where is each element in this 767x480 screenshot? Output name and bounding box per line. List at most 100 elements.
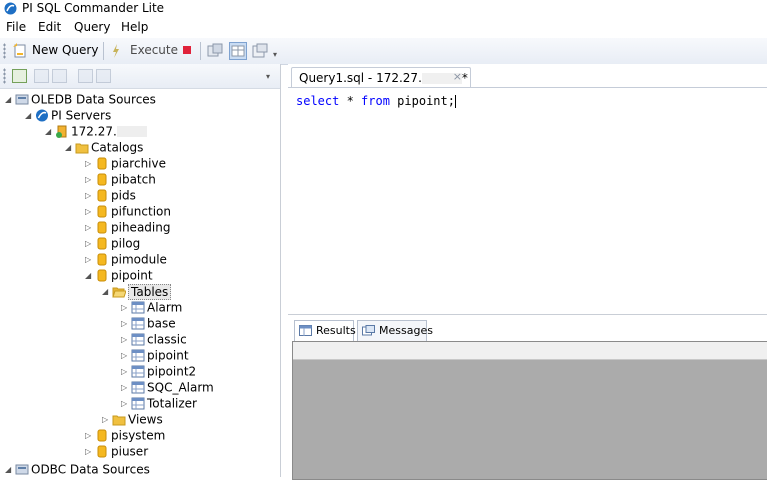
expand-arrow-icon[interactable]: ▷	[121, 332, 131, 348]
results-grid[interactable]	[292, 341, 767, 480]
tree-table[interactable]: ▷ Alarm	[121, 299, 182, 315]
tree-pi-servers[interactable]: ◢ PI Servers	[25, 107, 111, 123]
execute-button[interactable]: Execute	[130, 43, 178, 57]
menu-bar: File Edit Query Help	[0, 18, 767, 38]
title-bar: PI SQL Commander Lite	[0, 0, 767, 18]
tab-messages[interactable]: Messages	[357, 320, 433, 342]
expand-arrow-icon[interactable]: ▷	[85, 220, 95, 236]
text-view-icon[interactable]	[252, 43, 268, 59]
tree-label: PI Servers	[51, 108, 112, 123]
expand-arrow-icon[interactable]: ▷	[85, 188, 95, 204]
expand-arrow-icon[interactable]: ▷	[85, 172, 95, 188]
tree-table[interactable]: ▷ classic	[121, 331, 187, 347]
expand-arrow-icon[interactable]: ▷	[121, 300, 131, 316]
tree-catalog[interactable]: ▷ pibatch	[85, 171, 156, 187]
expand-arrow-icon[interactable]: ▷	[85, 252, 95, 268]
collapse-arrow-icon[interactable]: ◢	[102, 284, 112, 300]
table-icon	[131, 365, 145, 378]
tree-catalog[interactable]: ▷ piarchive	[85, 155, 166, 171]
toolbar-grip[interactable]	[3, 68, 6, 84]
tree-table[interactable]: ▷ Totalizer	[121, 395, 197, 411]
connect-icon[interactable]	[207, 43, 223, 59]
collapse-arrow-icon[interactable]: ◢	[5, 92, 15, 108]
database-icon	[97, 237, 107, 250]
tree-label: piuser	[111, 444, 149, 459]
server-icon	[56, 125, 67, 138]
menu-file[interactable]: File	[6, 20, 26, 34]
tree-catalog[interactable]: ▷ pimodule	[85, 251, 167, 267]
expand-arrow-icon[interactable]: ▷	[85, 444, 95, 460]
menu-help[interactable]: Help	[121, 20, 148, 34]
database-icon	[97, 445, 107, 458]
sql-editor[interactable]: select * from pipoint;	[296, 94, 456, 108]
new-query-button[interactable]: New Query	[32, 43, 98, 57]
expand-arrow-icon[interactable]: ▷	[102, 412, 112, 428]
tree-table[interactable]: ▷ pipoint	[121, 347, 189, 363]
refresh-icon[interactable]	[12, 69, 27, 83]
object-explorer: ▾ ◢ OLEDB Data Sources ◢ PI Servers ◢ 172.2…	[0, 64, 281, 477]
query-tab-title: Query1.sql - 172.27. *	[299, 71, 468, 85]
execute-icon	[113, 44, 119, 58]
collapse-arrow-icon[interactable]: ◢	[65, 140, 75, 156]
collapse-icon[interactable]	[96, 69, 111, 83]
open-folder-icon	[112, 287, 126, 298]
tree-tables[interactable]: ◢ Tables	[102, 283, 172, 300]
collapse-arrow-icon[interactable]: ◢	[85, 268, 95, 284]
sql-text: *	[339, 94, 362, 108]
query-tab[interactable]: Query1.sql - 172.27. * ×	[291, 67, 471, 88]
collapse-arrow-icon[interactable]: ◢	[25, 108, 35, 124]
database-icon	[97, 221, 107, 234]
expand-arrow-icon[interactable]: ▷	[85, 236, 95, 252]
stop-icon[interactable]	[183, 46, 191, 54]
tree-catalog[interactable]: ▷ piuser	[85, 443, 148, 459]
tab-results[interactable]: Results	[294, 320, 356, 342]
tree-label: piheading	[111, 220, 171, 235]
pi-server-group-icon	[36, 109, 48, 122]
tree-odbc[interactable]: ◢ ODBC Data Sources	[5, 461, 150, 477]
tree-catalog[interactable]: ▷ pilog	[85, 235, 140, 251]
tree-catalog-pipoint[interactable]: ◢ pipoint	[85, 267, 153, 283]
menu-query[interactable]: Query	[74, 20, 110, 34]
expand-arrow-icon[interactable]: ▷	[121, 380, 131, 396]
explorer-overflow-icon[interactable]: ▾	[266, 72, 270, 81]
tree-label: Alarm	[147, 300, 183, 315]
collapse-arrow-icon[interactable]: ◢	[5, 462, 15, 478]
collapse-arrow-icon[interactable]: ◢	[45, 124, 55, 140]
sql-text: pipoint;	[389, 94, 455, 108]
expand-arrow-icon[interactable]: ▷	[121, 364, 131, 380]
tree-oledb[interactable]: ◢ OLEDB Data Sources	[5, 91, 156, 107]
toolbar-grip[interactable]	[3, 43, 6, 59]
toolbar-overflow-icon[interactable]: ▾	[273, 50, 277, 59]
properties-icon[interactable]	[52, 69, 67, 83]
expand-arrow-icon[interactable]: ▷	[85, 156, 95, 172]
expand-icon[interactable]	[78, 69, 93, 83]
main-toolbar: New Query Execute ▾	[0, 38, 767, 65]
tree-label: OLEDB Data Sources	[31, 92, 156, 107]
tree-label: 172.27.	[71, 124, 117, 139]
tree-label: pilog	[111, 236, 141, 251]
expand-arrow-icon[interactable]: ▷	[121, 348, 131, 364]
database-icon	[97, 429, 107, 442]
tree-table[interactable]: ▷ SQC_Alarm	[121, 379, 214, 395]
grid-view-icon[interactable]	[229, 42, 247, 60]
expand-arrow-icon[interactable]: ▷	[121, 316, 131, 332]
close-icon[interactable]: ×	[453, 70, 462, 83]
tree-catalog[interactable]: ▷ pifunction	[85, 203, 171, 219]
tree-catalog[interactable]: ▷ pisystem	[85, 427, 165, 443]
disconnect-icon[interactable]	[34, 69, 49, 83]
tree-label: pipoint2	[147, 364, 197, 379]
sql-keyword: from	[361, 94, 390, 108]
menu-edit[interactable]: Edit	[38, 20, 61, 34]
tree-label: classic	[147, 332, 187, 347]
tree-catalogs[interactable]: ◢ Catalogs	[65, 139, 143, 155]
tree-table[interactable]: ▷ pipoint2	[121, 363, 196, 379]
expand-arrow-icon[interactable]: ▷	[121, 396, 131, 412]
tree-server[interactable]: ◢ 172.27.	[45, 123, 147, 139]
tree-catalog[interactable]: ▷ pids	[85, 187, 136, 203]
tree-views[interactable]: ▷ Views	[102, 411, 163, 427]
results-grid-header	[293, 342, 767, 360]
tree-catalog[interactable]: ▷ piheading	[85, 219, 170, 235]
expand-arrow-icon[interactable]: ▷	[85, 428, 95, 444]
tree-table[interactable]: ▷ base	[121, 315, 176, 331]
expand-arrow-icon[interactable]: ▷	[85, 204, 95, 220]
